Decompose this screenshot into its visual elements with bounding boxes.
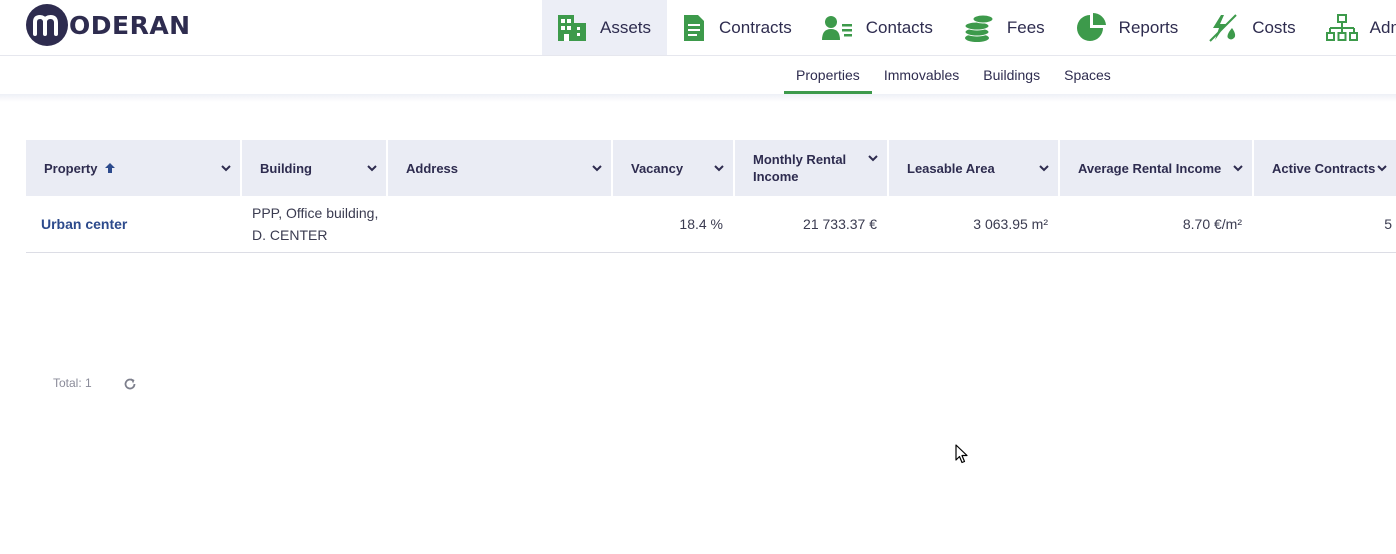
nav-admin[interactable]: Admin (1312, 0, 1396, 55)
top-navigation-bar: ODERAN Assets Contracts Contacts Fees Re… (0, 0, 1396, 56)
table-header: Property Building Address Vacancy Monthl… (26, 140, 1396, 196)
tab-buildings[interactable]: Buildings (971, 56, 1052, 94)
coins-icon (964, 14, 994, 42)
cell-building: PPP, Office building, D. CENTER (242, 196, 386, 252)
nav-assets-label: Assets (600, 17, 652, 37)
column-header-active-contracts[interactable]: Active Contracts (1254, 140, 1396, 196)
cell-monthly-rental-income: 21 733.37 € (803, 216, 877, 232)
column-header-average-rental-income[interactable]: Average Rental Income (1060, 140, 1252, 196)
column-label-monthly-rental-income: Monthly Rental Income (753, 152, 847, 184)
chevron-down-icon[interactable] (591, 164, 603, 172)
total-count: Total: 1 (53, 376, 92, 390)
nav-reports[interactable]: Reports (1061, 0, 1195, 55)
nav-contracts-label: Contracts (719, 17, 792, 37)
column-label-address: Address (406, 160, 459, 176)
cell-active-contracts: 5 (1384, 216, 1392, 232)
chevron-down-icon[interactable] (1376, 164, 1388, 172)
nav-contacts-label: Contacts (865, 17, 933, 37)
nav-costs-label: Costs (1252, 17, 1296, 37)
column-header-vacancy[interactable]: Vacancy (613, 140, 733, 196)
sort-ascending-icon (105, 163, 116, 173)
column-header-monthly-rental-income[interactable]: Monthly Rental Income (735, 140, 887, 196)
column-header-leasable-area[interactable]: Leasable Area (889, 140, 1058, 196)
chevron-down-icon[interactable] (1038, 164, 1050, 172)
nav-reports-label: Reports (1118, 17, 1179, 37)
costs-icon (1209, 13, 1237, 42)
cell-building-line: D. CENTER (252, 227, 328, 243)
tab-properties[interactable]: Properties (784, 56, 872, 94)
nav-fees-label: Fees (1006, 17, 1045, 37)
nav-fees[interactable]: Fees (949, 0, 1061, 55)
tab-immovables[interactable]: Immovables (872, 56, 971, 94)
mouse-cursor-icon (955, 444, 969, 469)
main-navigation: Assets Contracts Contacts Fees Reports C… (542, 0, 1396, 55)
cell-vacancy: 18.4 % (679, 216, 723, 232)
chevron-down-icon[interactable] (713, 164, 725, 172)
column-header-property[interactable]: Property (26, 140, 240, 196)
subbar-divider (0, 94, 1396, 102)
cell-leasable-area: 3 063.95 m² (973, 216, 1048, 232)
nav-contracts[interactable]: Contracts (667, 0, 808, 55)
column-label-vacancy: Vacancy (631, 160, 684, 176)
assets-subtabs: Properties Immovables Buildings Spaces (784, 56, 1123, 94)
cell-average-rental-income: 8.70 €/m² (1182, 216, 1242, 232)
logo-m-glyph (33, 15, 58, 36)
hierarchy-icon (1325, 13, 1358, 41)
properties-table: Property Building Address Vacancy Monthl… (26, 140, 1396, 253)
document-icon (684, 14, 705, 41)
contacts-icon (821, 15, 852, 40)
nav-assets[interactable]: Assets (542, 0, 668, 55)
refresh-icon[interactable] (123, 377, 137, 396)
moderan-logo[interactable]: ODERAN (26, 3, 191, 47)
cell-address (388, 196, 611, 252)
pie-chart-icon (1076, 12, 1106, 41)
brand-name: ODERAN (69, 10, 191, 40)
chevron-down-icon[interactable] (867, 154, 879, 162)
column-header-address[interactable]: Address (388, 140, 611, 196)
nav-contacts[interactable]: Contacts (808, 0, 949, 55)
column-label-leasable-area: Leasable Area (907, 160, 995, 176)
cell-building-line: PPP, Office building, (252, 205, 379, 221)
column-label-active-contracts: Active Contracts (1272, 160, 1376, 176)
column-label-average-rental-income: Average Rental Income (1078, 160, 1222, 176)
chevron-down-icon[interactable] (220, 164, 232, 172)
nav-costs[interactable]: Costs (1194, 0, 1311, 55)
chevron-down-icon[interactable] (1232, 164, 1244, 172)
cell-property-link[interactable]: Urban center (26, 196, 240, 252)
moderan-logo-icon (26, 4, 68, 46)
building-icon (558, 14, 586, 41)
tab-spaces[interactable]: Spaces (1052, 56, 1123, 94)
column-label-building: Building (260, 160, 312, 176)
table-row[interactable]: Urban center PPP, Office building, D. CE… (26, 196, 1396, 253)
column-label-property: Property (44, 160, 98, 176)
nav-admin-label: Admin (1369, 17, 1396, 37)
chevron-down-icon[interactable] (366, 164, 378, 172)
column-header-building[interactable]: Building (242, 140, 386, 196)
